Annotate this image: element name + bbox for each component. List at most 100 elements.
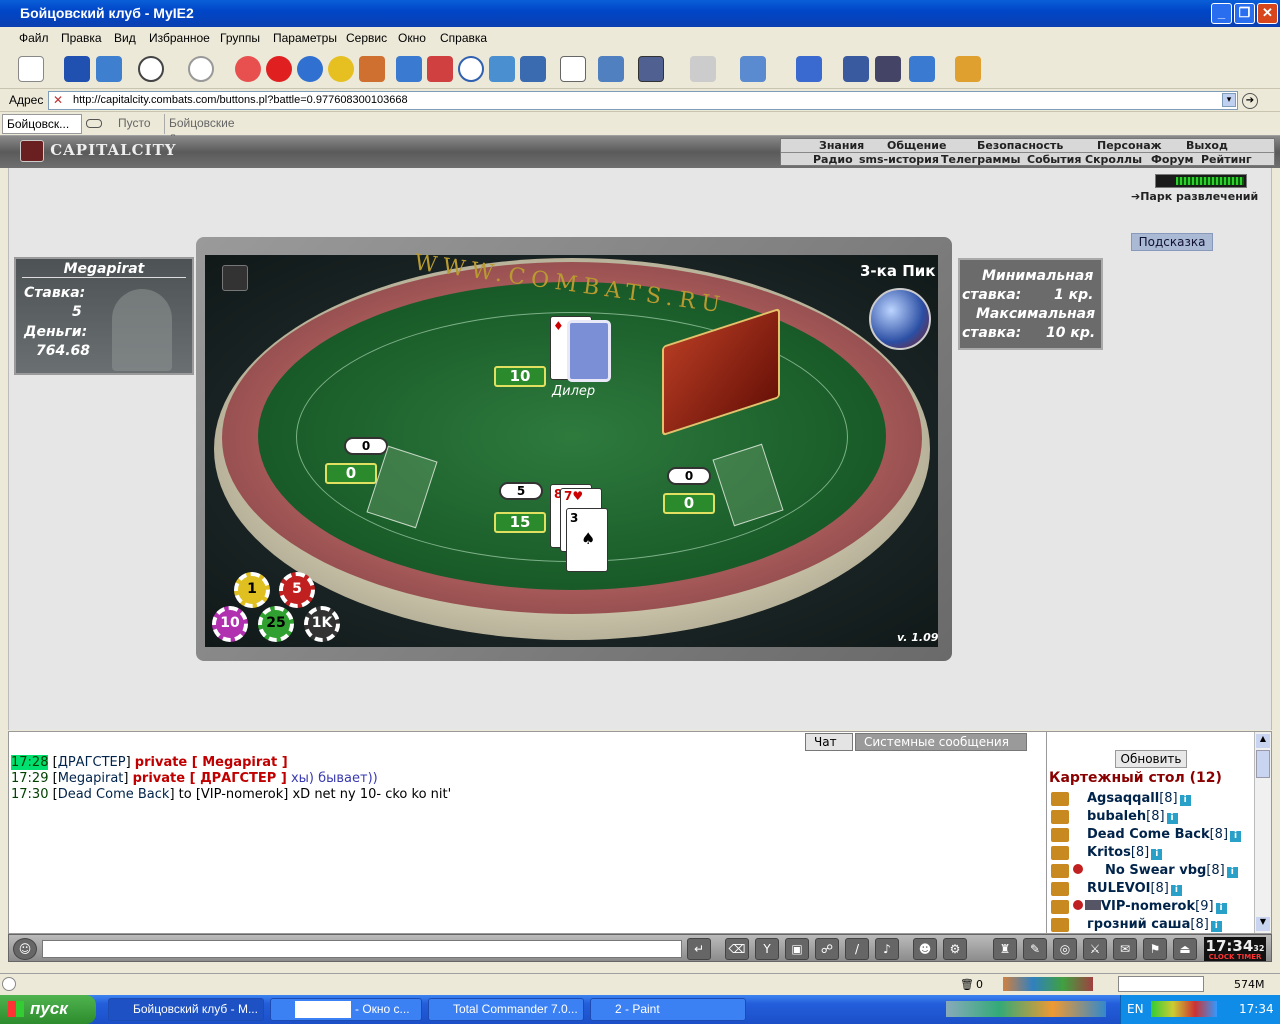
nav-events[interactable]: События — [1027, 153, 1081, 166]
music-icon[interactable]: ♪ — [875, 938, 899, 960]
sound-toggle-icon[interactable] — [222, 265, 248, 291]
start-button[interactable]: пуск — [0, 995, 96, 1024]
user-item[interactable]: Dead Come Back[8] i — [1051, 827, 1242, 845]
plugins-icon[interactable] — [955, 56, 981, 82]
forward-icon[interactable] — [188, 56, 214, 82]
refresh-button[interactable]: Обновить — [1115, 750, 1187, 768]
tab-chat[interactable]: Чат — [805, 733, 853, 751]
emotion-icon[interactable]: ☻ — [913, 938, 937, 960]
trash-icon[interactable]: 🗑 — [960, 978, 974, 991]
user-action-icon[interactable] — [1051, 791, 1069, 806]
go-icon[interactable]: ➔ — [1242, 93, 1258, 109]
font-icon[interactable] — [560, 56, 586, 82]
task-paint[interactable]: 2 - Paint — [590, 998, 746, 1021]
quest-icon[interactable]: ✎ — [1023, 938, 1047, 960]
nav-rating[interactable]: Рейтинг — [1201, 153, 1252, 166]
new-page-icon[interactable] — [18, 56, 44, 82]
download-icon[interactable] — [909, 56, 935, 82]
select-icon[interactable] — [796, 56, 822, 82]
info-icon[interactable]: i — [1210, 921, 1222, 932]
nav-knowledge[interactable]: Знания — [819, 139, 864, 152]
user-item[interactable]: bubaleh[8] i — [1051, 809, 1178, 827]
eraser-icon[interactable]: ⌫ — [725, 938, 749, 960]
user-action-icon[interactable] — [1051, 827, 1069, 842]
inventory-icon[interactable]: ♜ — [993, 938, 1017, 960]
proxy-icon[interactable] — [598, 56, 624, 82]
user-action-icon[interactable] — [1051, 809, 1069, 824]
nav-forum[interactable]: Форум — [1151, 153, 1194, 166]
user-item[interactable]: VIP-nomerok[9] i — [1051, 899, 1227, 917]
search-icon[interactable] — [396, 56, 422, 82]
scroll-down-icon[interactable]: ▼ — [1256, 917, 1270, 931]
info-icon[interactable]: i — [1179, 795, 1191, 806]
close-button[interactable]: ✕ — [1257, 3, 1278, 24]
home-icon[interactable] — [359, 56, 385, 82]
tools-icon[interactable] — [96, 56, 122, 82]
chip-1[interactable]: 1 — [234, 572, 270, 608]
chip-1k[interactable]: 1K — [304, 606, 340, 642]
monitor-icon[interactable] — [843, 56, 869, 82]
menu-file[interactable]: Файл — [19, 31, 49, 45]
task-total-commander[interactable]: Total Commander 7.0... — [428, 998, 584, 1021]
nav-security[interactable]: Безопасность — [977, 139, 1063, 152]
magic-hat-icon[interactable] — [875, 56, 901, 82]
info-icon[interactable]: i — [1170, 885, 1182, 896]
status-icons[interactable] — [1003, 977, 1093, 991]
users-scrollbar[interactable]: ▲ ▼ — [1254, 732, 1271, 933]
minimize-button[interactable]: _ — [1211, 3, 1232, 24]
smiley-face-icon[interactable]: ☺ — [13, 938, 37, 960]
menu-view[interactable]: Вид — [114, 31, 136, 45]
chat-nick[interactable]: Megapirat — [58, 771, 124, 786]
menu-favorites[interactable]: Избранное — [149, 31, 210, 45]
settings-icon[interactable]: ⚙ — [943, 938, 967, 960]
scroll-thumb[interactable] — [1256, 750, 1270, 778]
radiation-icon[interactable] — [328, 56, 354, 82]
address-dropdown-icon[interactable]: ▾ — [1222, 93, 1236, 107]
nav-sms-history[interactable]: sms-история — [859, 153, 939, 166]
filter-icon[interactable]: Y — [755, 938, 779, 960]
chip-25[interactable]: 25 — [258, 606, 294, 642]
nav-communication[interactable]: Общение — [887, 139, 946, 152]
save-log-icon[interactable]: ▣ — [785, 938, 809, 960]
exit-icon[interactable]: ⏏ — [1173, 938, 1197, 960]
menu-help[interactable]: Справка — [440, 31, 487, 45]
info-icon[interactable]: i — [1230, 831, 1242, 842]
address-input[interactable]: ✕ http://capitalcity.combats.com/buttons… — [48, 91, 1238, 110]
user-item[interactable]: RULEVOI[8] i — [1051, 881, 1182, 899]
user-item[interactable]: Kritos[8] i — [1051, 845, 1163, 863]
nav-telegrams[interactable]: Телеграммы — [941, 153, 1020, 166]
fight-icon[interactable]: ⚔ — [1083, 938, 1107, 960]
maximize-button[interactable]: ❐ — [1234, 3, 1255, 24]
translit-icon[interactable]: / — [845, 938, 869, 960]
toggle-icon[interactable] — [86, 119, 102, 128]
user-item[interactable]: Agsaqqall[8] i — [1051, 791, 1191, 809]
send-icon[interactable]: ↵ — [687, 938, 711, 960]
tab-empty[interactable]: Пусто — [114, 114, 164, 134]
quick-launch-icons[interactable] — [946, 1001, 1106, 1017]
info-icon[interactable]: i — [1226, 867, 1238, 878]
info-icon[interactable]: i — [1151, 849, 1163, 860]
menu-groups[interactable]: Группы — [220, 31, 260, 45]
map-icon[interactable]: ◎ — [1053, 938, 1077, 960]
hint-button[interactable]: Подсказка — [1131, 233, 1213, 251]
menu-options[interactable]: Параметры — [273, 31, 337, 45]
refresh-icon[interactable] — [297, 56, 323, 82]
user-action-icon[interactable] — [1051, 917, 1069, 932]
flag-icon[interactable]: ⚑ — [1143, 938, 1167, 960]
menu-tools[interactable]: Сервис — [346, 31, 387, 45]
info-icon[interactable]: i — [1215, 903, 1227, 914]
chip-10[interactable]: 10 — [212, 606, 248, 642]
tray-icons[interactable] — [1151, 1001, 1217, 1017]
stop-icon[interactable] — [235, 56, 261, 82]
layout-icon[interactable] — [638, 56, 664, 82]
tab-system-messages[interactable]: Системные сообщения — [855, 733, 1027, 751]
tab-fightclub[interactable]: Бойцовск... — [2, 114, 82, 134]
chat-private[interactable]: private [ Megapirat ] — [135, 755, 288, 770]
nav-exit[interactable]: Выход — [1186, 139, 1228, 152]
chat-nick[interactable]: Dead Come Back — [58, 787, 170, 802]
stop-all-icon[interactable] — [266, 56, 292, 82]
scroll-up-icon[interactable]: ▲ — [1256, 734, 1270, 748]
tab-fight-diaries[interactable]: Бойцовские д... — [164, 114, 248, 144]
user-action-icon[interactable] — [1051, 845, 1069, 860]
user-item[interactable]: No Swear vbg[8] i — [1051, 863, 1238, 881]
